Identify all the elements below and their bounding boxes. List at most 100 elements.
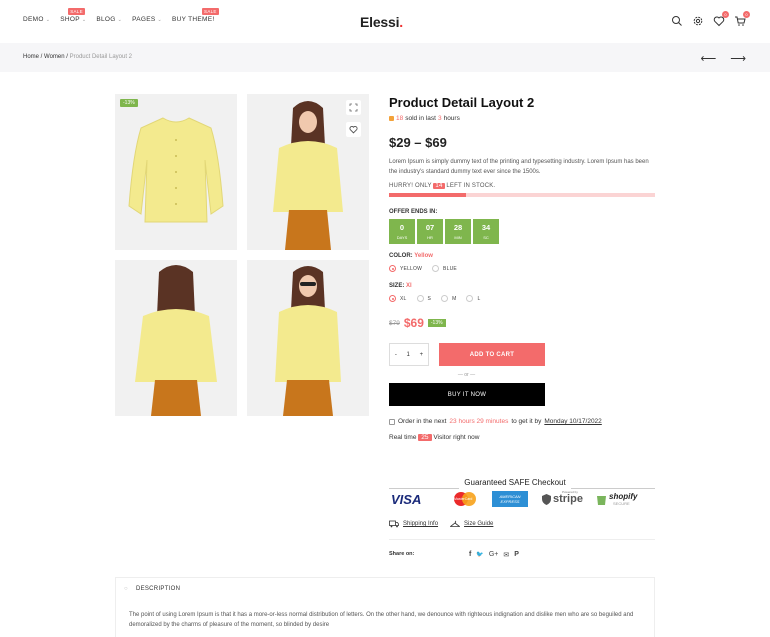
countdown-num: 34 xyxy=(481,223,491,232)
countdown-label: HR xyxy=(427,235,433,240)
color-option-blue[interactable]: BLUE xyxy=(432,265,457,272)
countdown-num: 0 xyxy=(399,223,405,232)
description-panel: ○ DESCRIPTION The point of using Lorem I… xyxy=(115,577,655,637)
product-image-side[interactable] xyxy=(247,260,369,416)
wishlist-heart-icon[interactable] xyxy=(346,122,361,137)
short-description: Lorem Ipsum is simply dummy text of the … xyxy=(389,159,649,175)
stock-count: 14 xyxy=(433,183,445,189)
size-option-l[interactable]: L xyxy=(466,295,480,302)
model-back-illustration xyxy=(135,265,217,416)
qty-input[interactable]: 1 xyxy=(407,352,410,358)
option-label: L xyxy=(477,295,481,302)
size-option-m[interactable]: M xyxy=(441,295,456,302)
sold-hours: 3 xyxy=(437,115,442,122)
gear-icon[interactable] xyxy=(692,14,704,26)
nav-item-pages[interactable]: PAGES ⌄ xyxy=(132,16,162,23)
color-option-yellow[interactable]: YELLOW xyxy=(389,265,422,272)
delivery-date: Monday 10/17/2022 xyxy=(544,418,602,425)
nav-item-shop[interactable]: SALE SHOP ⌄ xyxy=(60,8,87,23)
order-prefix: Order in the next xyxy=(398,418,447,425)
hurry-prefix: HURRY! ONLY xyxy=(389,183,432,189)
visitor-count: 25 xyxy=(418,434,432,441)
chevron-down-icon: ⌄ xyxy=(81,16,87,23)
sold-info: 18 sold in last 3 hours xyxy=(389,115,655,122)
breadcrumb-women[interactable]: Women xyxy=(44,54,65,60)
cart-icon[interactable]: 0 xyxy=(734,11,750,26)
radio-icon xyxy=(389,295,396,302)
option-label: BLUE xyxy=(443,265,457,272)
nav-item-blog[interactable]: BLOG ⌄ xyxy=(96,16,122,23)
facebook-icon[interactable]: f xyxy=(469,551,471,559)
product-title: Product Detail Layout 2 xyxy=(389,95,535,110)
product-image-flat[interactable]: -13% xyxy=(115,94,237,250)
social-share-icons: f 🐦 G+ ✉ P xyxy=(469,551,519,559)
stock-progress-fill xyxy=(389,193,467,197)
chevron-down-icon: ⌄ xyxy=(157,16,163,23)
model-side-illustration xyxy=(275,266,341,416)
prev-product-arrow-icon[interactable]: ⟵ xyxy=(700,52,716,65)
stripe-powered: Powered by xyxy=(562,490,578,494)
mastercard-text: MasterCard xyxy=(454,497,473,501)
selected-color: Yellow xyxy=(414,253,433,259)
buy-now-button[interactable]: BUY IT NOW xyxy=(389,383,545,406)
nav-label: BLOG xyxy=(96,16,116,23)
shield-icon xyxy=(542,493,551,505)
radio-icon xyxy=(389,265,396,272)
truck-icon xyxy=(389,520,399,528)
google-plus-icon[interactable]: G+ xyxy=(489,551,499,559)
model-front-illustration xyxy=(273,101,343,250)
nav-item-demo[interactable]: DEMO ⌄ xyxy=(23,16,50,23)
shopify-logo: shopify SECURE xyxy=(596,489,637,509)
add-to-cart-button[interactable]: ADD TO CART xyxy=(439,343,545,366)
breadcrumb: Home / Women / Product Detail Layout 2 xyxy=(23,54,132,60)
secure-checkout-title: Guaranteed SAFE Checkout xyxy=(464,478,566,487)
twitter-icon[interactable]: 🐦 xyxy=(476,551,483,559)
email-icon[interactable]: ✉ xyxy=(503,551,509,559)
delivery-estimate: Order in the next 23 hours 29 minutes to… xyxy=(389,418,655,425)
pinterest-icon[interactable]: P xyxy=(514,551,519,559)
description-text: The point of using Lorem Ipsum is that i… xyxy=(129,612,634,628)
qty-minus-button[interactable]: - xyxy=(395,352,397,358)
shopify-secure: SECURE xyxy=(613,501,630,506)
expand-icon[interactable] xyxy=(346,100,361,115)
countdown-minutes: 28 MIN xyxy=(445,219,471,244)
option-label: XL xyxy=(400,295,407,302)
selected-size: Xl xyxy=(406,283,412,289)
size-option-xl[interactable]: XL xyxy=(389,295,407,302)
site-logo[interactable]: Elessi. xyxy=(360,14,403,30)
sale-badge: SALE xyxy=(202,8,219,15)
discount-badge: -13% xyxy=(427,319,446,327)
product-image-front[interactable] xyxy=(247,94,369,250)
site-header: DEMO ⌄ SALE SHOP ⌄ BLOG ⌄ PAGES ⌄ SALE BUY T… xyxy=(0,0,770,43)
color-options: YELLOW BLUE xyxy=(389,265,655,272)
product-image-back[interactable] xyxy=(115,260,237,416)
sale-tag: -13% xyxy=(120,99,138,107)
next-product-arrow-icon[interactable]: ⟶ xyxy=(730,52,746,65)
share-label: Share on: xyxy=(389,551,415,557)
search-icon[interactable] xyxy=(671,14,683,26)
old-price: $79 xyxy=(389,319,400,327)
quantity-stepper: - 1 + xyxy=(389,343,429,366)
calendar-icon xyxy=(389,418,395,425)
order-time: 23 hours 29 minutes xyxy=(449,418,509,425)
size-guide-link[interactable]: Size Guide xyxy=(450,520,493,528)
shopify-text: shopify xyxy=(609,491,638,501)
tab-toggle-icon: ○ xyxy=(124,586,128,592)
size-option-s[interactable]: S xyxy=(416,295,432,302)
wishlist-icon[interactable]: 0 xyxy=(713,11,729,27)
sweater-flat-illustration xyxy=(128,117,224,223)
nav-label: PAGES xyxy=(132,16,156,23)
secure-checkout: Guaranteed SAFE Checkout VISA MasterCard… xyxy=(389,478,655,510)
shipping-info-link[interactable]: Shipping Info xyxy=(389,520,438,528)
tab-description[interactable]: ○ DESCRIPTION xyxy=(124,586,180,592)
size-guide-label: Size Guide xyxy=(464,521,494,527)
breadcrumb-home[interactable]: Home xyxy=(23,54,39,60)
nav-item-buy-theme[interactable]: SALE BUY THEME! xyxy=(172,8,219,23)
shipping-info-label: Shipping Info xyxy=(403,521,439,527)
qty-plus-button[interactable]: + xyxy=(420,352,424,358)
logo-text: Elessi xyxy=(360,14,400,30)
mastercard-logo: MasterCard xyxy=(451,489,479,509)
nav-label: BUY THEME! xyxy=(172,16,215,23)
stock-alert: HURRY! ONLY 14 LEFT IN STOCK. xyxy=(389,183,655,189)
countdown-num: 28 xyxy=(453,223,463,232)
